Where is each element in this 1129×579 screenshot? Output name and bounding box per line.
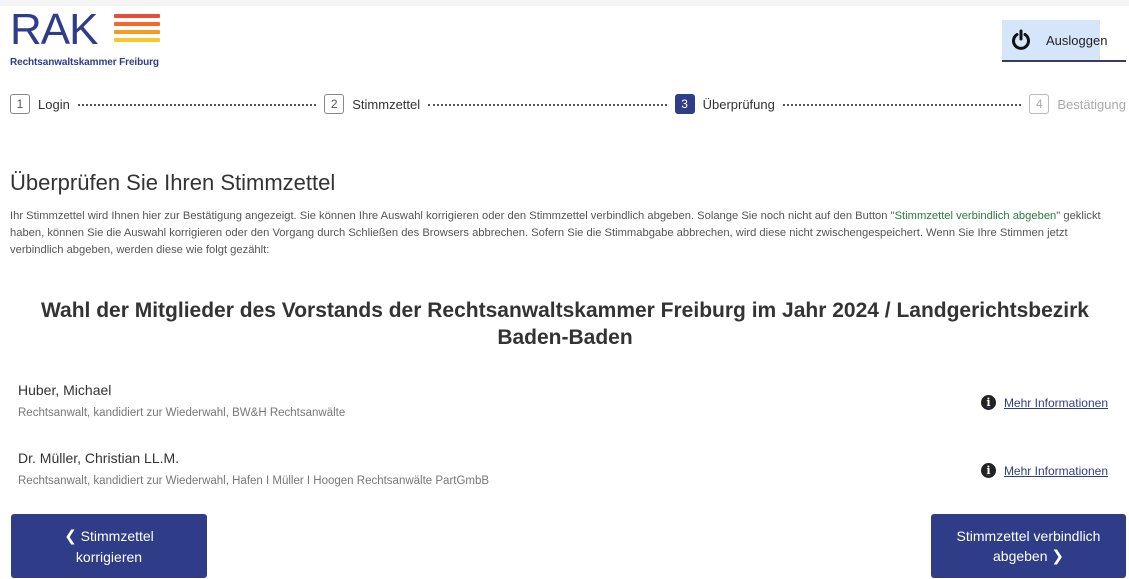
submit-ballot-label-line2: abgeben — [993, 547, 1048, 564]
chevron-left-icon: ❮ — [64, 527, 77, 545]
candidate-description: Rechtsanwalt, kandidiert zur Wiederwahl,… — [18, 407, 346, 419]
step-connector — [77, 104, 317, 106]
correct-ballot-button[interactable]: ❮ Stimmzettel korrigieren — [11, 514, 207, 578]
step-ueberpruefung: 3 Überprüfung — [674, 94, 775, 114]
ballot-title: Wahl der Mitglieder des Vorstands der Re… — [41, 299, 1089, 349]
logo-bars — [114, 14, 160, 50]
correct-ballot-label-line2: korrigieren — [75, 548, 143, 565]
intro-text: Ihr Stimmzettel wird Ihnen hier zur Best… — [10, 208, 1110, 259]
info-icon: i — [980, 463, 996, 478]
candidate-name: Huber, Michael — [18, 382, 112, 398]
step-number: 1 — [10, 94, 30, 114]
candidate-item: Huber, Michael Rechtsanwalt, kandidiert … — [18, 382, 1110, 426]
submit-reference-link: Stimmzettel verbindlich abgeben — [894, 210, 1057, 222]
step-stimmzettel: 2 Stimmzettel — [324, 94, 420, 114]
more-info-label: Mehr Informationen — [1003, 395, 1108, 410]
step-number: 2 — [324, 94, 345, 114]
intro-text-part: Ihr Stimmzettel wird Ihnen hier zur Best… — [10, 210, 895, 222]
candidate-item: Dr. Müller, Christian LL.M. Rechtsanwalt… — [18, 450, 1110, 494]
step-bestaetigung: 4 Bestätigung — [1029, 94, 1126, 114]
correct-ballot-line1-row: ❮ Stimmzettel — [64, 526, 154, 547]
step-number: 3 — [674, 94, 695, 114]
step-number: 4 — [1029, 94, 1050, 114]
submit-ballot-button-content: Stimmzettel verbindlich abgeben ❯ — [957, 526, 1101, 567]
step-connector — [428, 104, 667, 106]
info-icon: i — [980, 395, 996, 410]
chevron-right-icon: ❯ — [1051, 547, 1064, 565]
top-strip — [0, 0, 1129, 6]
candidate-description: Rechtsanwalt, kandidiert zur Wiederwahl,… — [18, 475, 490, 487]
step-connector — [782, 104, 1022, 106]
logo-subtitle: Rechtsanwaltskammer Freiburg — [10, 57, 159, 68]
more-info-link[interactable]: i Mehr Informationen — [980, 463, 1108, 478]
logo-bar — [114, 14, 160, 18]
logo-bar — [114, 38, 160, 42]
rak-logo[interactable]: RAK Rechtsanwaltskammer Freiburg — [10, 6, 170, 70]
page-title: Überprüfen Sie Ihren Stimmzettel — [10, 170, 336, 195]
more-info-link[interactable]: i Mehr Informationen — [980, 395, 1108, 410]
more-info-label: Mehr Informationen — [1003, 463, 1108, 478]
logo-bar — [114, 22, 160, 26]
logo-bar — [114, 30, 160, 34]
step-label: Bestätigung — [1057, 96, 1126, 112]
submit-ballot-button[interactable]: Stimmzettel verbindlich abgeben ❯ — [931, 514, 1126, 578]
step-label: Login — [38, 96, 70, 112]
step-login: 1 Login — [10, 94, 70, 114]
submit-ballot-label-line1: Stimmzettel verbindlich — [956, 527, 1101, 544]
logout-label: Ausloggen — [1046, 32, 1108, 48]
correct-ballot-button-content: ❮ Stimmzettel korrigieren — [64, 526, 154, 567]
correct-ballot-label-line1: Stimmzettel — [80, 527, 154, 544]
candidate-name: Dr. Müller, Christian LL.M. — [18, 450, 180, 466]
progress-steps: 1 Login 2 Stimmzettel 3 Überprüfung 4 Be… — [10, 93, 1126, 115]
submit-ballot-line2-row: abgeben ❯ — [957, 546, 1101, 567]
logo-letters: RAK — [10, 5, 98, 54]
power-icon — [1010, 29, 1032, 51]
step-label: Stimmzettel — [352, 96, 421, 112]
logout-button[interactable]: Ausloggen — [1002, 20, 1126, 62]
step-label: Überprüfung — [702, 96, 775, 112]
